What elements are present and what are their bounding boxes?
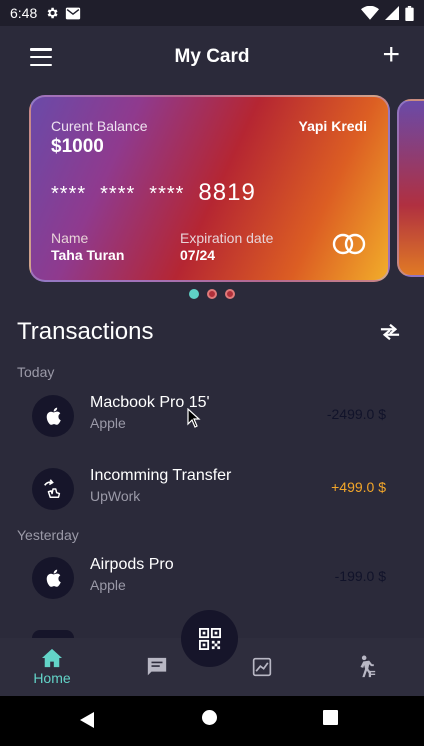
section-yesterday: Yesterday bbox=[17, 527, 79, 543]
transaction-avatar bbox=[32, 395, 74, 437]
system-navigation-bar bbox=[0, 696, 424, 746]
carousel-indicator bbox=[0, 289, 424, 299]
status-time: 6:48 bbox=[10, 5, 38, 21]
expiration-value: 07/24 bbox=[180, 247, 216, 263]
transaction-row[interactable]: Incomming Transfer UpWork +499.0 $ bbox=[0, 459, 424, 519]
apple-icon bbox=[46, 569, 61, 587]
nav-activity[interactable] bbox=[354, 638, 378, 696]
card-last-digits: 8819 bbox=[198, 179, 256, 206]
transaction-name: Incomming Transfer bbox=[90, 467, 232, 484]
cardholder-name: Taha Turan bbox=[51, 247, 125, 263]
settings-gear-icon bbox=[47, 7, 58, 19]
chart-icon bbox=[252, 657, 272, 677]
transaction-avatar bbox=[32, 557, 74, 599]
expiration-label: Expiration date bbox=[180, 230, 274, 246]
gmail-icon bbox=[66, 7, 81, 19]
cardholder-label: Name bbox=[51, 230, 89, 246]
page-title: My Card bbox=[174, 46, 250, 67]
transaction-amount: -2499.0 $ bbox=[326, 406, 386, 422]
transaction-avatar bbox=[32, 468, 74, 510]
system-home-button[interactable] bbox=[202, 710, 217, 725]
section-today: Today bbox=[17, 364, 55, 380]
transaction-amount: -199.0 $ bbox=[334, 568, 386, 584]
bank-name: Yapi Kredi bbox=[298, 118, 367, 134]
status-bar: 6:48 bbox=[0, 0, 424, 26]
nav-home-label: Home bbox=[33, 670, 71, 686]
cell-signal-icon bbox=[385, 6, 399, 20]
transaction-amount: +499.0 $ bbox=[331, 479, 386, 495]
swap-arrows-icon[interactable] bbox=[379, 322, 401, 342]
nav-messages[interactable] bbox=[144, 638, 170, 696]
walking-person-icon bbox=[360, 655, 376, 678]
balance-label: Curent Balance bbox=[51, 118, 148, 134]
transaction-name: Airpods Pro bbox=[90, 556, 174, 573]
transaction-row[interactable]: Airpods Pro Apple -199.0 $ bbox=[0, 548, 424, 608]
wifi-icon bbox=[361, 6, 379, 20]
back-icon[interactable] bbox=[80, 712, 95, 728]
card-number: **** **** **** 8819 bbox=[51, 179, 256, 207]
carousel-dot-1[interactable] bbox=[189, 289, 199, 299]
home-icon bbox=[42, 648, 62, 668]
masked-group-2: **** bbox=[100, 183, 136, 205]
add-card-button[interactable]: + bbox=[382, 40, 400, 70]
menu-icon[interactable] bbox=[30, 48, 52, 66]
transaction-row-partial bbox=[32, 630, 74, 638]
carousel-dot-3[interactable] bbox=[225, 289, 235, 299]
balance-value: $1000 bbox=[51, 136, 104, 157]
transactions-header: Transactions bbox=[17, 318, 407, 348]
mouse-cursor-icon bbox=[187, 408, 201, 428]
apple-icon bbox=[46, 407, 61, 425]
nav-home[interactable]: Home bbox=[30, 638, 74, 696]
masked-group-3: **** bbox=[149, 183, 185, 205]
qr-scan-button[interactable] bbox=[181, 610, 238, 667]
transaction-merchant: Apple bbox=[90, 577, 126, 593]
recent-apps-button[interactable] bbox=[323, 710, 338, 725]
transaction-merchant: UpWork bbox=[90, 488, 141, 504]
transaction-merchant: Apple bbox=[90, 415, 126, 431]
battery-icon bbox=[405, 5, 414, 21]
next-card-peek[interactable] bbox=[397, 99, 424, 277]
nav-statistics[interactable] bbox=[250, 638, 274, 696]
chat-icon bbox=[147, 657, 167, 676]
masked-group-1: **** bbox=[51, 183, 87, 205]
card-brand-logo-icon bbox=[332, 233, 366, 255]
transaction-row[interactable]: Macbook Pro 15' Apple -2499.0 $ bbox=[0, 386, 424, 446]
transfer-icon bbox=[44, 479, 61, 498]
credit-card[interactable]: Curent Balance $1000 Yapi Kredi **** ***… bbox=[29, 95, 390, 282]
carousel-dot-2[interactable] bbox=[207, 289, 217, 299]
qr-code-icon bbox=[198, 627, 221, 650]
app-bar: My Card + bbox=[0, 26, 424, 88]
transactions-title: Transactions bbox=[17, 318, 154, 345]
